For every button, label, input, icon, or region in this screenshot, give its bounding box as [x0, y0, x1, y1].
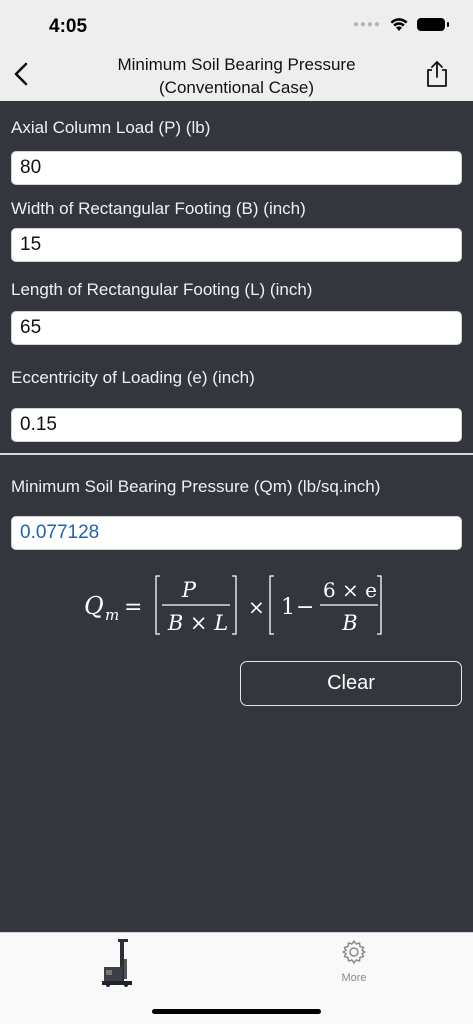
drilling-rig-icon	[102, 939, 132, 987]
share-button[interactable]	[423, 58, 451, 90]
formula-lhs-sub: m	[105, 606, 119, 624]
formula-equals: =	[124, 595, 142, 620]
gear-icon	[342, 940, 366, 964]
share-icon	[427, 61, 447, 87]
formula-times: ×	[248, 595, 265, 619]
battery-icon	[417, 18, 449, 31]
formula-bracket-left-1	[155, 575, 160, 635]
formula-frac1-num: P	[181, 578, 197, 602]
result-output: 0.077128	[11, 516, 462, 550]
clear-button[interactable]: Clear	[240, 661, 462, 706]
eccentricity-label: Eccentricity of Loading (e) (inch)	[11, 368, 255, 387]
home-indicator[interactable]	[152, 1009, 321, 1014]
status-bar: 4:05 ●●●●	[0, 0, 473, 48]
status-time: 4:05	[49, 16, 88, 37]
formula: Q m = P B × L × 1 − 6 × e B	[84, 575, 382, 635]
status-icons: ●●●●	[352, 17, 449, 32]
navigation-bar: Minimum Soil Bearing Pressure (Conventio…	[0, 48, 473, 101]
section-divider	[0, 453, 473, 455]
formula-frac1-den: B × L	[167, 611, 228, 635]
formula-frac2-den: B	[341, 611, 357, 635]
formula-frac2-num: 6 × e	[323, 578, 377, 602]
formula-bracket-right-1	[232, 575, 237, 635]
footing-width-input[interactable]: 15	[11, 228, 462, 262]
axial-load-label: Axial Column Load (P) (lb)	[11, 118, 211, 137]
tab-calculator[interactable]	[98, 937, 138, 987]
formula-one: 1	[281, 595, 295, 620]
axial-load-input[interactable]: 80	[11, 151, 462, 185]
back-button[interactable]	[8, 58, 36, 90]
footing-length-label: Length of Rectangular Footing (L) (inch)	[11, 280, 313, 299]
footing-length-input[interactable]: 65	[11, 311, 462, 345]
eccentricity-input[interactable]: 0.15	[11, 408, 462, 442]
page-title-line1: Minimum Soil Bearing Pressure	[117, 55, 356, 74]
formula-minus: −	[296, 595, 314, 620]
tab-more-label: More	[341, 972, 367, 984]
footing-width-label: Width of Rectangular Footing (B) (inch)	[11, 199, 306, 218]
wifi-icon	[390, 18, 408, 31]
formula-lhs: Q	[84, 592, 104, 620]
page-title-line2: (Conventional Case)	[159, 78, 314, 97]
formula-bracket-left-2	[269, 575, 274, 635]
page-title: Minimum Soil Bearing Pressure (Conventio…	[80, 53, 393, 99]
tab-more[interactable]: More	[330, 939, 378, 991]
result-label: Minimum Soil Bearing Pressure (Qm) (lb/s…	[11, 477, 381, 496]
chevron-left-icon	[14, 62, 28, 86]
signal-icon: ●●●●	[352, 19, 381, 30]
